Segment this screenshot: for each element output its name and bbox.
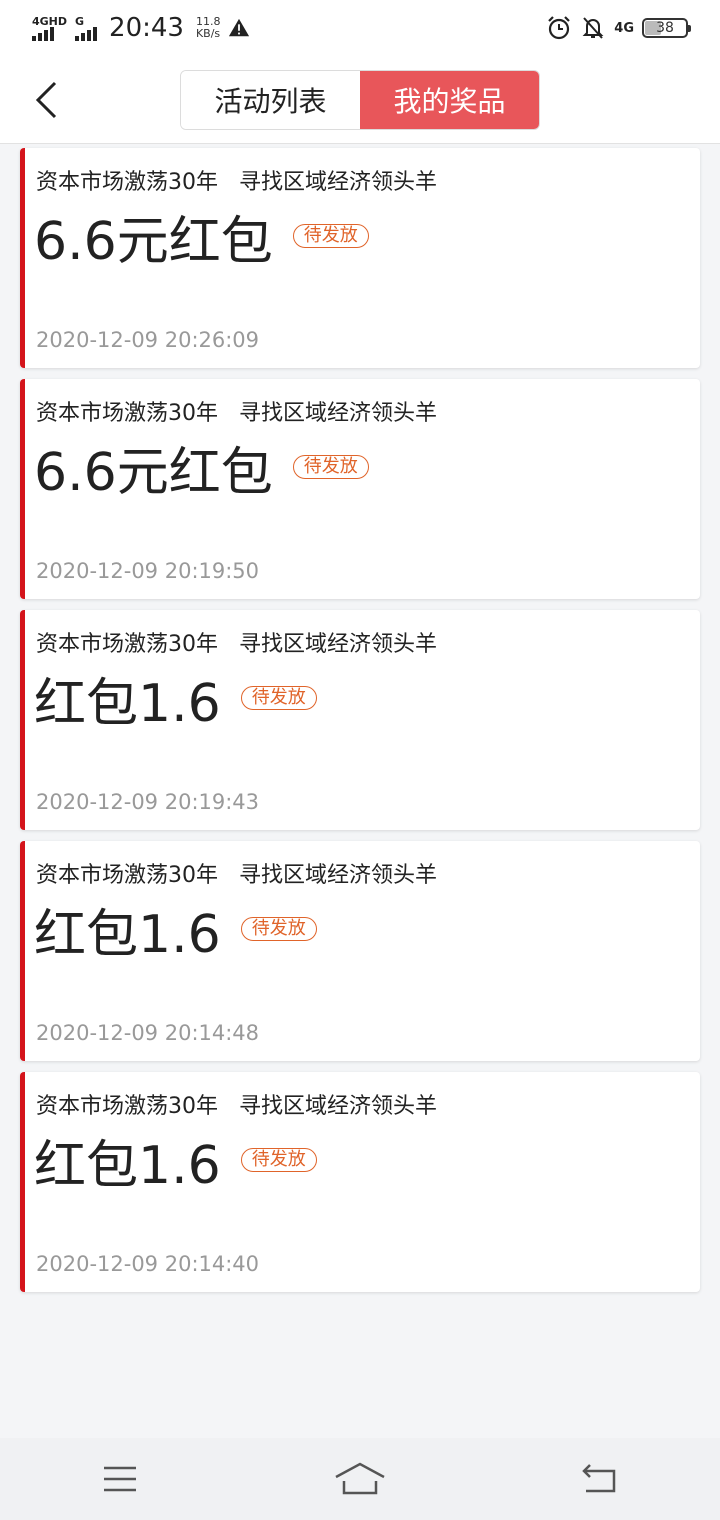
prize-card[interactable]: 资本市场激荡30年 寻找区域经济领头羊 6.6元红包 待发放 2020-12-0…	[20, 379, 700, 599]
prize-time: 2020-12-09 20:14:40	[36, 1252, 260, 1276]
network-label-1: 4GHD	[32, 14, 68, 28]
prize-name: 6.6元红包	[34, 212, 273, 272]
prize-card[interactable]: 资本市场激荡30年 寻找区域经济领头羊 红包1.6 待发放 2020-12-09…	[20, 1072, 700, 1292]
prize-card[interactable]: 资本市场激荡30年 寻找区域经济领头羊 红包1.6 待发放 2020-12-09…	[20, 841, 700, 1061]
prize-card[interactable]: 资本市场激荡30年 寻找区域经济领头羊 6.6元红包 待发放 2020-12-0…	[20, 148, 700, 368]
status-badge: 待发放	[292, 455, 369, 479]
battery-level: 38	[656, 20, 674, 36]
activity-title: 资本市场激荡30年 寻找区域经济领头羊	[36, 632, 437, 657]
card-accent	[20, 841, 25, 1061]
status-badge: 待发放	[292, 224, 369, 248]
alarm-icon	[548, 16, 571, 40]
card-accent	[20, 1072, 25, 1292]
signal-bars-icon	[32, 26, 54, 41]
prize-row: 6.6元红包 待发放	[34, 441, 369, 505]
tab-my-prizes[interactable]: 我的奖品	[360, 71, 539, 129]
activity-title: 资本市场激荡30年 寻找区域经济领头羊	[36, 1094, 437, 1119]
network-label-2: G	[75, 14, 85, 28]
prize-name: 红包1.6	[34, 674, 221, 734]
prize-name: 6.6元红包	[34, 443, 273, 503]
prize-name: 红包1.6	[34, 1136, 221, 1196]
status-badge: 待发放	[240, 1148, 317, 1172]
status-bar-right: 4G 38	[546, 15, 691, 41]
activity-title: 资本市场激荡30年 寻找区域经济领头羊	[36, 863, 437, 888]
battery-icon: 38	[642, 18, 691, 38]
prize-list: 资本市场激荡30年 寻找区域经济领头羊 6.6元红包 待发放 2020-12-0…	[20, 148, 700, 1303]
menu-icon	[104, 1466, 136, 1492]
tab-segment: 活动列表 我的奖品	[180, 70, 540, 130]
prize-time: 2020-12-09 20:19:50	[36, 559, 260, 583]
tab-activity-list[interactable]: 活动列表	[181, 71, 360, 129]
mute-bell-icon	[582, 17, 604, 39]
prize-time: 2020-12-09 20:14:48	[36, 1021, 260, 1045]
prize-row: 红包1.6 待发放	[34, 903, 317, 967]
prize-time: 2020-12-09 20:19:43	[36, 790, 260, 814]
activity-title: 资本市场激荡30年 寻找区域经济领头羊	[36, 170, 437, 195]
status-badge: 待发放	[240, 686, 317, 710]
back-nav-button[interactable]	[560, 1449, 640, 1509]
prize-row: 红包1.6 待发放	[34, 672, 317, 736]
signal-bars-icon	[75, 26, 98, 41]
activity-title: 资本市场激荡30年 寻找区域经济领头羊	[36, 401, 437, 426]
speed-unit: KB/s	[195, 27, 221, 40]
prize-card[interactable]: 资本市场激荡30年 寻找区域经济领头羊 红包1.6 待发放 2020-12-09…	[20, 610, 700, 830]
card-accent	[20, 610, 25, 830]
prize-row: 红包1.6 待发放	[34, 1134, 317, 1198]
signal-2: G	[75, 14, 98, 41]
prize-name: 红包1.6	[34, 905, 221, 965]
clock: 20:43	[109, 13, 184, 43]
chevron-left-icon	[35, 81, 57, 119]
nav-header: 活动列表 我的奖品	[0, 56, 720, 144]
warning-icon	[229, 18, 250, 37]
network-label-3: 4G	[614, 20, 634, 36]
menu-button[interactable]	[80, 1449, 160, 1509]
status-bar: 4GHD G 20:43 11.8 KB/s 4G 38	[0, 0, 720, 56]
card-accent	[20, 379, 25, 599]
network-speed: 11.8 KB/s	[196, 16, 221, 40]
return-icon	[582, 1464, 616, 1493]
system-nav-bar	[0, 1438, 720, 1520]
signal-1: 4GHD	[32, 16, 67, 41]
back-button[interactable]	[26, 78, 66, 122]
status-badge: 待发放	[240, 917, 317, 941]
card-accent	[20, 148, 25, 368]
home-icon	[335, 1462, 385, 1495]
prize-time: 2020-12-09 20:26:09	[36, 328, 260, 352]
home-button[interactable]	[320, 1449, 400, 1509]
status-bar-left: 4GHD G 20:43 11.8 KB/s	[32, 13, 250, 43]
prize-row: 6.6元红包 待发放	[34, 210, 369, 274]
